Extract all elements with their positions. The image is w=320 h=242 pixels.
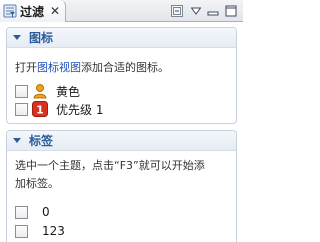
person-icon bbox=[32, 83, 48, 99]
minimize-icon[interactable] bbox=[207, 3, 219, 19]
icons-section-title: 图标 bbox=[29, 31, 54, 45]
view-menu-icon[interactable] bbox=[190, 3, 202, 19]
chevron-down-icon[interactable] bbox=[13, 35, 21, 40]
tags-section: 标签 选中一个主题，点击“F3”就可以开始添 加标签。 0 123 bbox=[6, 130, 237, 242]
icon-item-label: 黄色 bbox=[56, 84, 81, 99]
tab-filter-label: 过滤 bbox=[20, 4, 45, 19]
tags-desc-line-1: 选中一个主题，点击“F3”就可以开始添 bbox=[15, 159, 205, 172]
checkbox[interactable] bbox=[15, 84, 28, 98]
collapse-all-icon[interactable] bbox=[170, 3, 184, 19]
icon-view-link[interactable]: 图标视图 bbox=[37, 61, 81, 74]
close-icon[interactable]: ✕ bbox=[50, 5, 60, 17]
checkbox[interactable] bbox=[15, 205, 28, 219]
icons-section: 图标 打开图标视图添加合适的图标。 黄色 1 优先级 1 bbox=[6, 27, 237, 124]
list-item[interactable]: 123 bbox=[15, 223, 65, 239]
tags-section-header[interactable]: 标签 bbox=[7, 131, 236, 151]
list-item[interactable]: 黄色 bbox=[15, 83, 80, 99]
chevron-down-icon[interactable] bbox=[13, 138, 21, 143]
icons-desc-suffix: 添加合适的图标。 bbox=[81, 61, 169, 74]
tag-item-label: 0 bbox=[42, 205, 50, 219]
filter-icon bbox=[3, 4, 17, 18]
tags-desc-line-2: 加标签。 bbox=[15, 177, 59, 190]
tag-item-label: 123 bbox=[42, 224, 65, 238]
tags-section-description: 选中一个主题，点击“F3”就可以开始添 加标签。 bbox=[15, 157, 205, 193]
list-item[interactable]: 1 优先级 1 bbox=[15, 101, 103, 117]
tab-filter[interactable]: 过滤 ✕ bbox=[0, 0, 66, 22]
view-tab-bar: 过滤 ✕ bbox=[0, 0, 243, 22]
list-item[interactable]: 0 bbox=[15, 204, 50, 220]
icon-item-label: 优先级 1 bbox=[56, 102, 104, 117]
checkbox[interactable] bbox=[15, 224, 28, 238]
icons-section-header[interactable]: 图标 bbox=[7, 28, 236, 48]
checkbox[interactable] bbox=[15, 102, 28, 116]
tags-section-title: 标签 bbox=[29, 134, 54, 148]
icons-section-description: 打开图标视图添加合适的图标。 bbox=[15, 58, 169, 78]
priority-badge-number: 1 bbox=[36, 104, 44, 117]
icons-desc-prefix: 打开 bbox=[15, 61, 37, 74]
priority-1-icon: 1 bbox=[32, 101, 48, 117]
maximize-icon[interactable] bbox=[224, 3, 238, 19]
